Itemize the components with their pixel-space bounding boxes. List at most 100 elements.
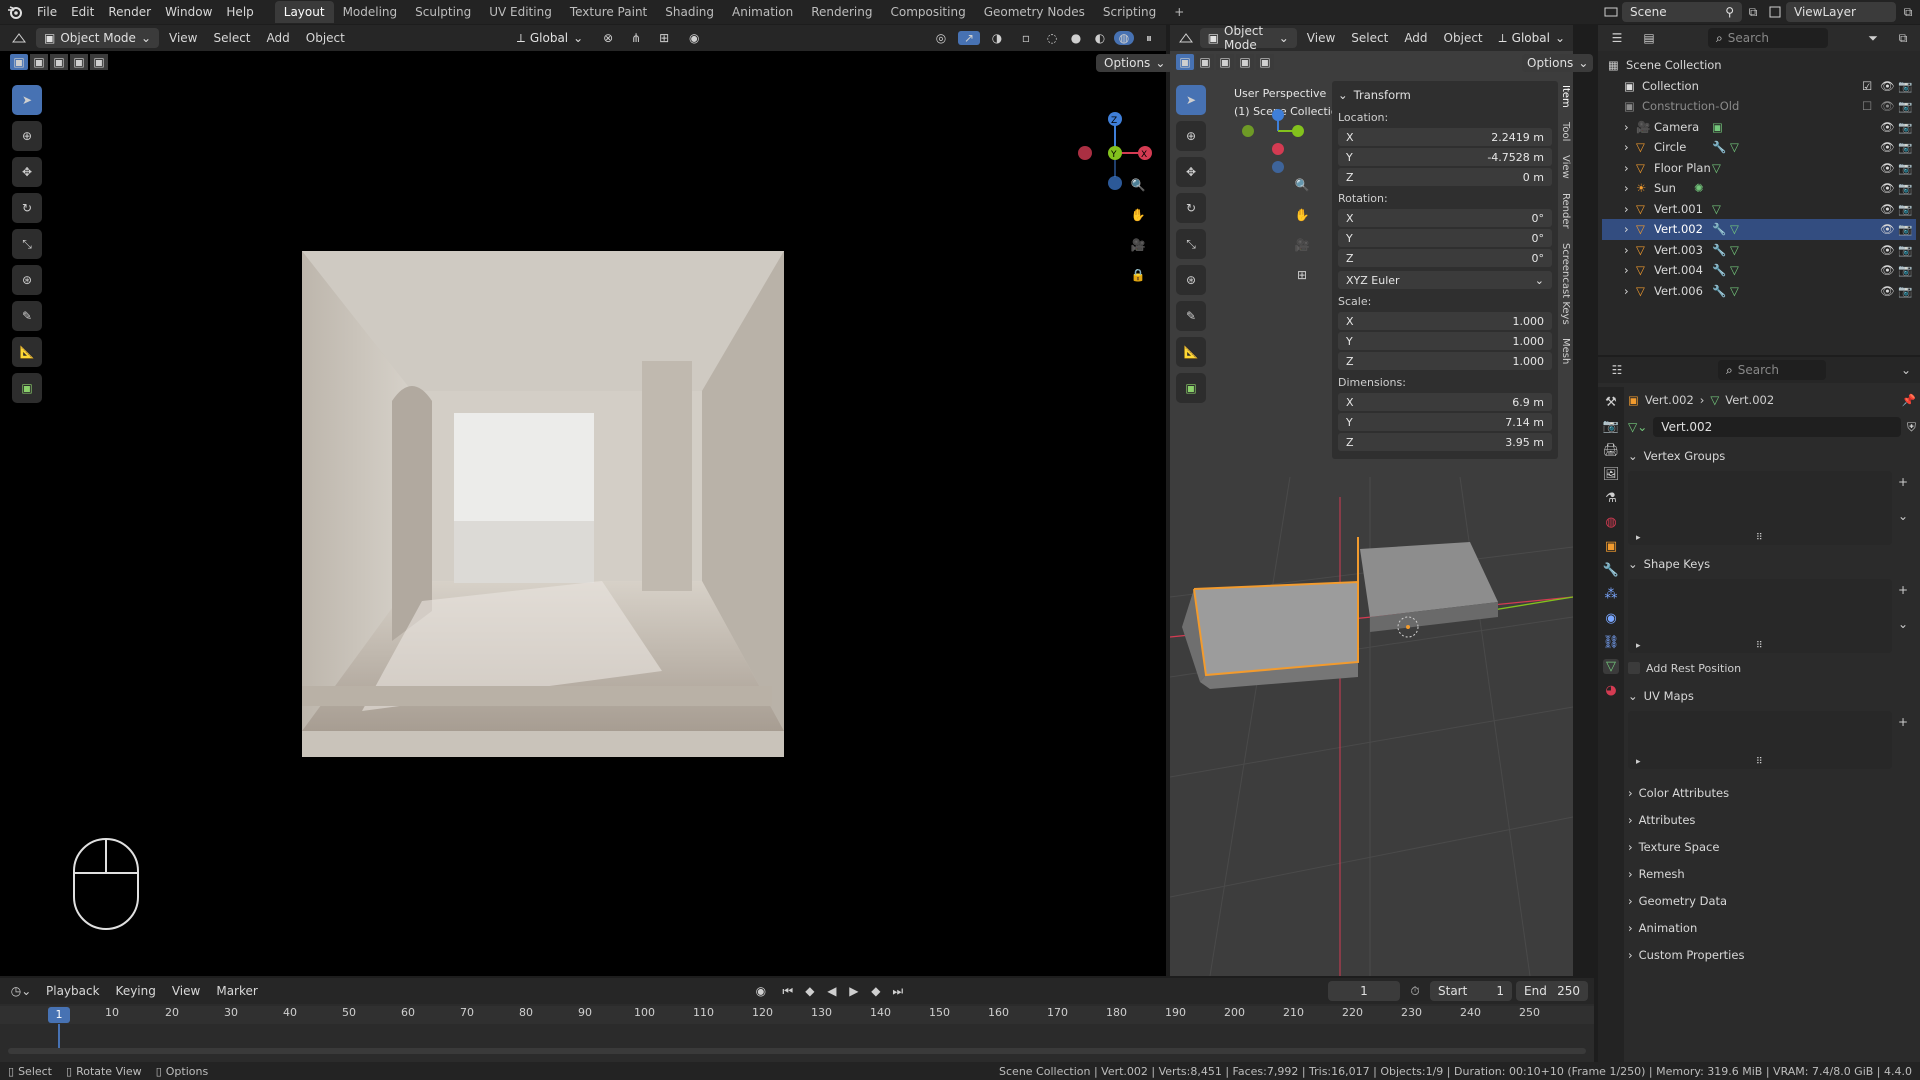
section-color-attributes[interactable]: › Color Attributes <box>1628 779 1916 806</box>
scale-tool[interactable]: ⤡ <box>12 229 42 259</box>
section-custom-properties[interactable]: › Custom Properties <box>1628 941 1916 968</box>
expand-arrow-icon[interactable]: ▸ <box>1636 533 1641 543</box>
mesh-data-icon[interactable]: ▽⌄ <box>1628 420 1647 434</box>
menu-edit[interactable]: Edit <box>64 0 101 24</box>
end-frame-field[interactable]: End 250 <box>1516 981 1588 1001</box>
xray-icon[interactable]: ▫ <box>1014 31 1038 45</box>
workspace-tab-animation[interactable]: Animation <box>723 1 802 23</box>
workspace-tab-rendering[interactable]: Rendering <box>802 1 881 23</box>
tab-tool[interactable]: Tool <box>1560 122 1571 141</box>
outliner-row-sun[interactable]: › ☀ Sun ✺ 👁 📷 <box>1602 178 1916 199</box>
proportional-edit-icon[interactable]: ◉ <box>681 31 707 45</box>
expand-arrow-icon[interactable]: › <box>1624 161 1636 175</box>
shading-rendered-icon[interactable]: ◍ <box>1114 31 1134 45</box>
eye-icon[interactable]: 👁 <box>1880 202 1898 216</box>
particles-tab-icon[interactable]: ⁂ <box>1605 587 1618 602</box>
play-icon[interactable]: ▶ <box>845 984 863 998</box>
view-layer-selector[interactable]: ViewLayer <box>1786 2 1896 22</box>
expand-arrow-icon[interactable]: ▸ <box>1636 757 1641 767</box>
eye-icon[interactable]: 👁 <box>1880 120 1898 134</box>
camera-render-icon[interactable]: 📷 <box>1898 99 1916 113</box>
workspace-tab-scripting[interactable]: Scripting <box>1094 1 1165 23</box>
location-z-field[interactable]: Z 0 m <box>1338 168 1552 186</box>
checkbox-icon[interactable]: ☐ <box>1862 99 1880 113</box>
section-vertex-groups[interactable]: ⌄ Vertex Groups <box>1628 445 1916 467</box>
expand-arrow-icon[interactable]: › <box>1624 222 1636 236</box>
resize-grip-icon[interactable]: ⠿ <box>1756 757 1763 767</box>
dimensions-x-field[interactable]: X 6.9 m <box>1338 393 1552 411</box>
chevron-down-icon[interactable]: ⌄ <box>1898 509 1916 523</box>
camera-render-icon[interactable]: 📷 <box>1898 161 1916 175</box>
mesh-name-field[interactable]: Vert.002 <box>1653 417 1901 437</box>
rotation-y-field[interactable]: Y 0° <box>1338 229 1552 247</box>
transform-tool[interactable]: ⊛ <box>12 265 42 295</box>
transform-orientation-dropdown[interactable]: ⟂ Global ⌄ <box>509 28 591 48</box>
dimensions-y-field[interactable]: Y 7.14 m <box>1338 413 1552 431</box>
location-x-field[interactable]: X 2.2419 m <box>1338 128 1552 146</box>
outliner-row-collection[interactable]: ▣ Collection ☑ 👁 📷 <box>1602 76 1916 97</box>
next-keyframe-icon[interactable]: ◆ <box>867 984 885 998</box>
select-box-tool[interactable]: ➤ <box>12 85 42 115</box>
zoom-icon[interactable]: 🔍 <box>1128 175 1148 195</box>
dimensions-z-field[interactable]: Z 3.95 m <box>1338 433 1552 451</box>
outliner-row-construction-old[interactable]: ▣ Construction-Old ☐ 👁 📷 <box>1602 96 1916 117</box>
pin-icon[interactable]: ⚲ <box>1725 5 1734 19</box>
eye-icon[interactable]: 👁 <box>1880 99 1898 113</box>
scale-x-field[interactable]: X 1.000 <box>1338 312 1552 330</box>
move-tool[interactable]: ✥ <box>12 157 42 187</box>
expand-arrow-icon[interactable]: › <box>1624 140 1636 154</box>
overlays-icon[interactable]: ◑ <box>984 31 1010 45</box>
select-extend-icon[interactable]: ▣ <box>1196 54 1214 70</box>
editor-type-icon[interactable] <box>6 32 32 44</box>
section-uv-maps[interactable]: ⌄ UV Maps <box>1628 685 1916 707</box>
select-subtract-icon[interactable]: ▣ <box>50 54 68 70</box>
workspace-tab-modeling[interactable]: Modeling <box>334 1 407 23</box>
resize-grip-icon[interactable]: ⠿ <box>1756 641 1763 651</box>
camera-render-icon[interactable]: 📷 <box>1898 79 1916 93</box>
camera-view-icon[interactable]: 🎥 <box>1128 235 1148 255</box>
move-tool[interactable]: ✥ <box>1176 157 1206 187</box>
select-extend-icon[interactable]: ▣ <box>30 54 48 70</box>
menu-select[interactable]: Select <box>1345 28 1394 48</box>
chevron-down-icon[interactable]: ⌄ <box>1898 363 1914 377</box>
output-tab-icon[interactable]: 🖨 <box>1603 443 1620 458</box>
expand-arrow-icon[interactable]: › <box>1624 284 1636 298</box>
annotate-tool[interactable]: ✎ <box>12 301 42 331</box>
menu-view[interactable]: View <box>166 981 206 1001</box>
menu-select[interactable]: Select <box>207 28 256 48</box>
mode-dropdown[interactable]: ▣ Object Mode ⌄ <box>1199 24 1297 52</box>
playhead-marker[interactable]: 1 <box>48 1007 70 1023</box>
pan-hand-icon[interactable]: ✋ <box>1128 205 1148 225</box>
timeline-scrollbar[interactable] <box>8 1048 1586 1054</box>
pause-render-icon[interactable]: ⏸ <box>1138 31 1160 46</box>
expand-arrow-icon[interactable]: › <box>1624 181 1636 195</box>
blender-logo-icon[interactable] <box>0 0 30 24</box>
scene-selector[interactable]: Scene ⚲ <box>1622 2 1742 22</box>
shading-wireframe-icon[interactable]: ◌ <box>1042 31 1062 45</box>
menu-render[interactable]: Render <box>101 0 158 24</box>
scale-tool[interactable]: ⤡ <box>1176 229 1206 259</box>
scene-tab-icon[interactable]: ⚗ <box>1605 491 1617 506</box>
ortho-grid-icon[interactable]: ⊞ <box>1292 265 1312 285</box>
tab-screencast-keys[interactable]: Screencast Keys <box>1560 243 1571 325</box>
outliner-row-vert-004[interactable]: › ▽ Vert.004 🔧 ▽ 👁 📷 <box>1602 260 1916 281</box>
transform-orientation-dropdown[interactable]: ⟂ Global ⌄ <box>1497 28 1567 48</box>
section-animation[interactable]: › Animation <box>1628 914 1916 941</box>
outliner-row-vert-006[interactable]: › ▽ Vert.006 🔧 ▽ 👁 📷 <box>1602 281 1916 302</box>
location-y-field[interactable]: Y -4.7528 m <box>1338 148 1552 166</box>
camera-view-icon[interactable]: 🎥 <box>1292 235 1312 255</box>
options-dropdown[interactable]: Options ⌄ <box>1096 54 1174 72</box>
workspace-tab-geometry-nodes[interactable]: Geometry Nodes <box>975 1 1094 23</box>
eye-icon[interactable]: 👁 <box>1880 284 1898 298</box>
add-workspace-button[interactable]: + <box>1165 1 1193 23</box>
menu-file[interactable]: File <box>30 0 64 24</box>
workspace-tab-texture-paint[interactable]: Texture Paint <box>561 1 656 23</box>
constraints-tab-icon[interactable]: ⛓ <box>1603 635 1620 650</box>
cursor-tool[interactable]: ⊕ <box>1176 121 1206 151</box>
eye-icon[interactable]: 👁 <box>1880 181 1898 195</box>
rotation-z-field[interactable]: Z 0° <box>1338 249 1552 267</box>
eye-icon[interactable]: 👁 <box>1880 243 1898 257</box>
menu-window[interactable]: Window <box>158 0 219 24</box>
mode-dropdown[interactable]: ▣ Object Mode ⌄ <box>36 28 159 48</box>
navigation-gizmo[interactable] <box>1230 87 1320 187</box>
